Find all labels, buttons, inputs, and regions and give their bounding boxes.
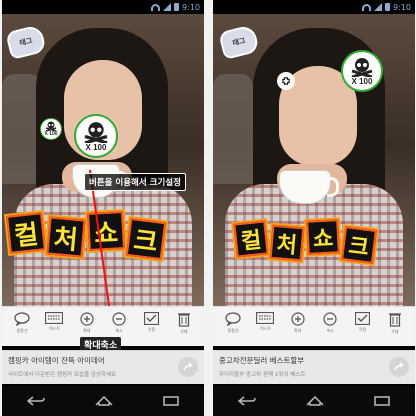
background-person	[213, 74, 253, 184]
title-char: 쇼	[306, 219, 340, 255]
title-char: 컬	[6, 212, 46, 254]
title-sticker[interactable]: 컬 처 쇼 크	[6, 211, 167, 261]
tool-label: 삭제	[391, 328, 399, 334]
skull-sticker-large[interactable]: X 100	[74, 114, 118, 158]
zoom-in-icon	[80, 311, 94, 326]
hint-caption: 버튼을 이용해서 크기설정	[84, 173, 186, 191]
check-button[interactable]: 적용	[140, 311, 162, 342]
right-phone-screen: 9:10 태그 X 100 컬 처 쇼 크 말풍선 텍스트 확대 축소 적용 삭…	[213, 0, 415, 416]
ad-share-button[interactable]	[389, 357, 409, 377]
keyboard-button[interactable]: 텍스트	[43, 311, 65, 342]
tool-label: 축소	[326, 327, 334, 333]
recent-apps-icon[interactable]	[163, 396, 179, 406]
home-icon[interactable]	[306, 396, 324, 406]
ad-banner[interactable]: 중고차전문딜러 베스트할부 무이자할부 중고차 판매 1위의 베스트	[213, 350, 415, 384]
tool-label: 삭제	[180, 328, 188, 334]
trash-button[interactable]: 삭제	[384, 312, 406, 342]
ad-title: 캠핑카 아이템이 잔뜩 아이데어	[8, 356, 105, 365]
zoom-in-button[interactable]: 확대	[287, 311, 309, 342]
ad-share-button[interactable]	[178, 357, 198, 377]
ad-subtitle: 사이트에서 다운받은 캠핑카 모습을 감상하세요	[8, 372, 117, 378]
tag-sticker[interactable]: 태그	[5, 24, 47, 60]
zoom-out-icon	[112, 311, 126, 326]
trash-icon	[177, 312, 190, 327]
tool-label: 축소	[115, 327, 123, 333]
anger-mark-sticker[interactable]	[277, 72, 295, 90]
tag-sticker[interactable]: 태그	[218, 24, 260, 60]
tool-label: 말풍선	[16, 327, 28, 333]
check-icon	[354, 311, 370, 325]
left-phone-screen: 9:10 태그 X 100 X 100 컬 처 쇼 크 버튼을 이용해서 크기설…	[2, 0, 204, 416]
wifi-icon	[151, 3, 161, 11]
recent-apps-icon[interactable]	[374, 396, 390, 406]
keyboard-button[interactable]: 텍스트	[254, 311, 276, 342]
tool-label: 확대	[83, 327, 91, 333]
signal-icon	[374, 3, 383, 11]
status-time: 9:10	[393, 2, 411, 12]
title-char: 크	[341, 226, 377, 264]
title-char: 처	[269, 224, 305, 262]
skull-large-count: X 100	[85, 142, 107, 152]
title-char: 컬	[233, 220, 269, 258]
home-icon[interactable]	[95, 396, 113, 406]
tag-sticker-label: 태그	[19, 37, 34, 48]
share-arrow-icon	[183, 362, 193, 371]
share-arrow-icon	[394, 362, 404, 371]
tool-label: 적용	[358, 326, 367, 332]
speech-bubble-icon	[14, 311, 30, 326]
tool-label: 말풍선	[227, 327, 239, 333]
trash-icon	[388, 312, 401, 327]
signal-icon	[163, 3, 172, 11]
skull-sticker[interactable]: X 100	[341, 50, 383, 92]
zoom-out-icon	[323, 311, 337, 326]
speech-bubble-icon	[225, 311, 241, 326]
title-char: 쇼	[87, 211, 125, 251]
zoom-out-button[interactable]: 축소	[319, 311, 341, 342]
back-icon[interactable]	[27, 396, 45, 406]
tool-label: 확대	[294, 327, 302, 333]
back-icon[interactable]	[238, 396, 256, 406]
wifi-icon	[362, 3, 372, 11]
tag-sticker-label: 태그	[232, 37, 247, 48]
ad-banner[interactable]: 캠핑카 아이템이 잔뜩 아이데어 사이트에서 다운받은 캠핑카 모습을 감상하세…	[2, 350, 204, 384]
keyboard-icon	[45, 311, 64, 324]
editor-toolbar: 말풍선 텍스트 확대 축소 적용 삭제	[213, 306, 415, 346]
status-time: 9:10	[182, 2, 200, 12]
speech-bubble-button[interactable]: 말풍선	[11, 311, 33, 342]
battery-icon	[385, 3, 391, 11]
nav-bar	[213, 386, 415, 416]
trash-button[interactable]: 삭제	[173, 312, 195, 342]
status-bar: 9:10	[2, 0, 204, 14]
keyboard-icon	[256, 311, 275, 324]
skull-sticker-small[interactable]: X 100	[40, 118, 62, 140]
check-button[interactable]: 적용	[351, 311, 373, 342]
nav-bar	[2, 386, 204, 416]
status-bar: 9:10	[213, 0, 415, 14]
tool-label: 텍스트	[48, 325, 60, 331]
speech-bubble-button[interactable]: 말풍선	[222, 311, 244, 342]
tool-label: 적용	[147, 326, 156, 332]
battery-icon	[174, 3, 180, 11]
title-sticker[interactable]: 컬 처 쇼 크	[233, 219, 377, 264]
ad-subtitle: 무이자할부 중고차 판매 1위의 베스트	[219, 372, 306, 378]
anger-mark-icon	[281, 76, 291, 86]
title-char: 크	[125, 217, 167, 261]
skull-icon	[45, 121, 57, 131]
skull-icon	[84, 121, 108, 143]
check-icon	[143, 311, 159, 325]
skull-icon	[351, 57, 373, 77]
skull-small-count: X 100	[44, 131, 58, 137]
photo-canvas[interactable]: 태그 X 100 컬 처 쇼 크	[213, 14, 415, 306]
skull-count: X 100	[351, 76, 373, 86]
zoom-in-icon	[291, 311, 305, 326]
title-char: 처	[46, 216, 86, 258]
ad-title: 중고차전문딜러 베스트할부	[219, 356, 305, 365]
tool-label: 텍스트	[259, 325, 271, 331]
